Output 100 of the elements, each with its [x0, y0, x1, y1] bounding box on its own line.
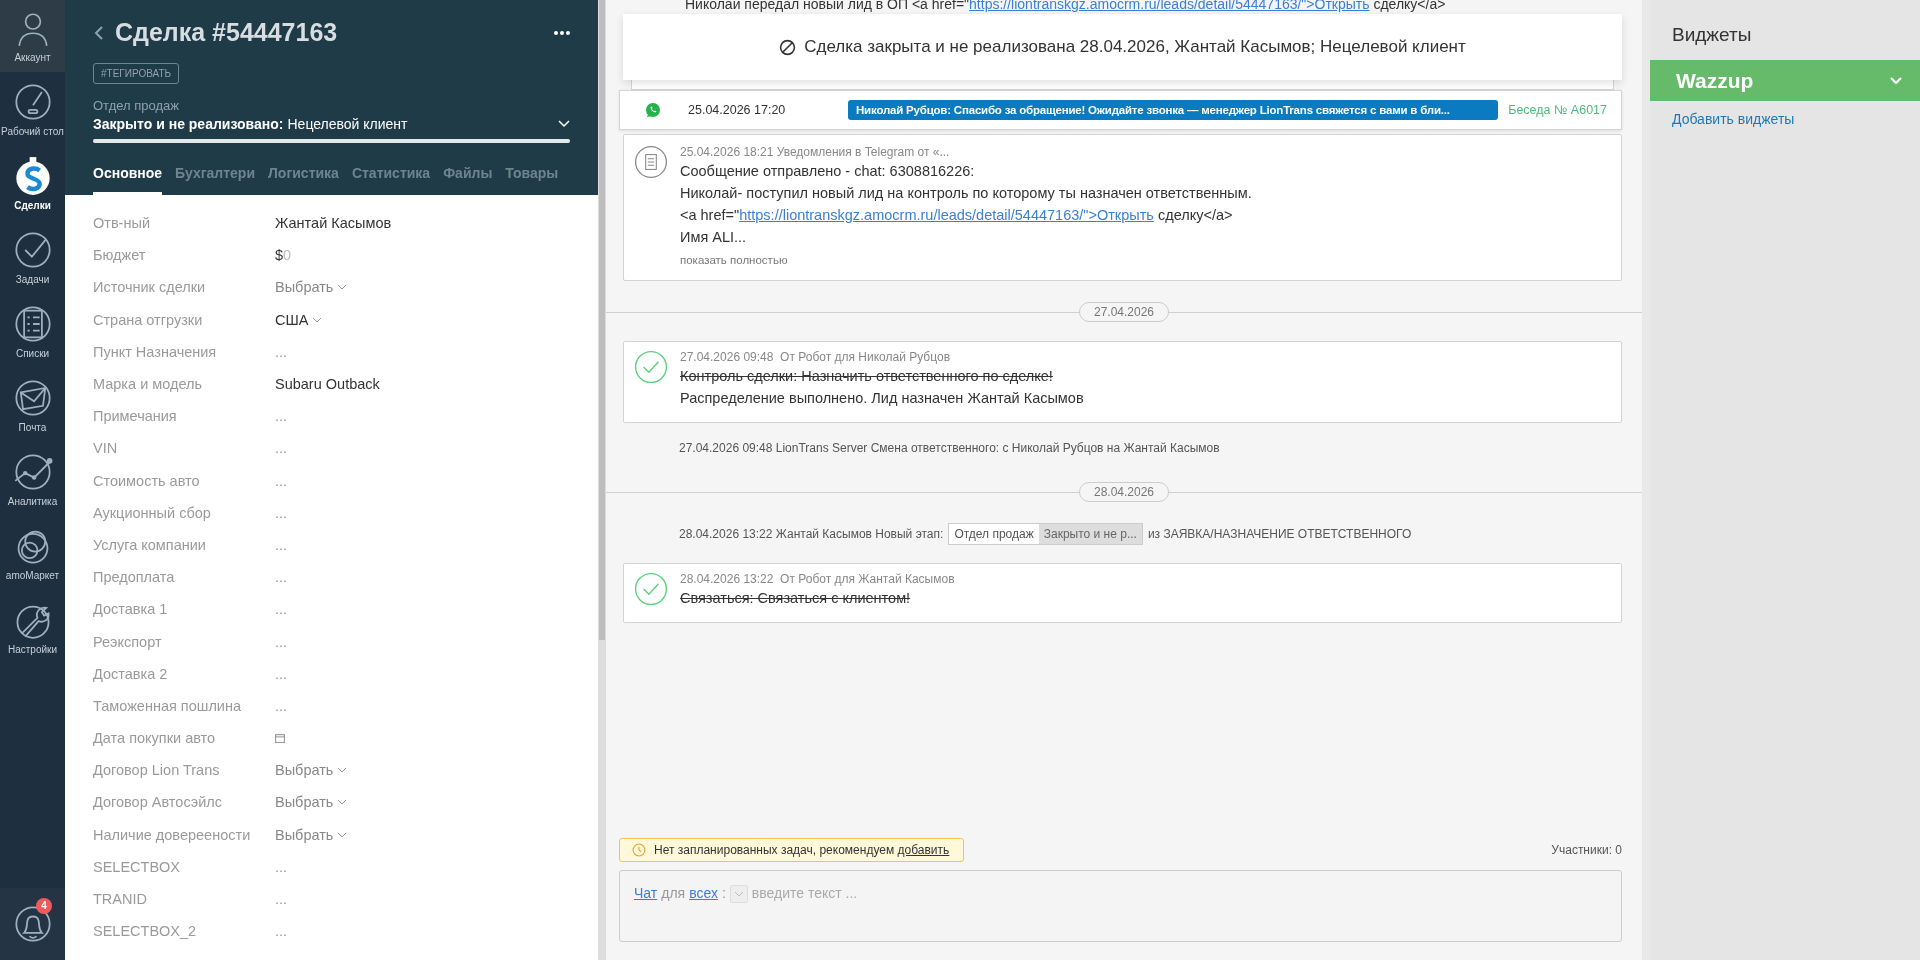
date-separator: 28.04.2026	[1078, 482, 1170, 502]
field-value[interactable]: ...	[275, 536, 288, 553]
message-composer[interactable]: Чат для всех : введите текст ...	[619, 870, 1622, 942]
conversation-link[interactable]: Беседа № A6017	[1508, 103, 1607, 117]
link[interactable]: https://liontranskgz.amocrm.ru/leads/detail/54447163/">Открыть	[739, 207, 1154, 223]
field-label: TRANID	[93, 891, 148, 908]
nav-item[interactable]: Аналитика	[0, 442, 65, 516]
field-value[interactable]: ...	[275, 858, 288, 875]
clock-icon	[632, 843, 646, 857]
field-label: Пункт Назначения	[93, 343, 218, 360]
note-header: 25.04.2026 18:21 Уведомления в Telegram от «...	[680, 145, 951, 159]
gauge-icon	[12, 82, 53, 122]
field-value[interactable]: ...	[275, 472, 288, 489]
select-dropdown[interactable]: США	[275, 311, 323, 328]
add-widgets-link[interactable]: Добавить виджеты	[1650, 101, 1920, 127]
prohibited-icon	[779, 38, 797, 56]
status-label[interactable]: Закрыто и не реализовано:	[93, 116, 284, 132]
field-value[interactable]: ...	[275, 440, 288, 457]
chevron-down-icon[interactable]	[558, 120, 570, 128]
nav-item[interactable]: Настройки	[0, 590, 65, 664]
note-text: Николай- поступил новый лид на контроль по которому ты назначен ответственным.	[680, 184, 1252, 203]
field-value[interactable]: ...	[275, 601, 288, 618]
field-label: Источник сделки	[93, 279, 207, 296]
field-label: Договор Lion Trans	[93, 762, 221, 779]
field-value[interactable]: ...	[275, 891, 288, 908]
field-label: Предоплата	[93, 569, 176, 586]
nav-item[interactable]: Аккаунт	[0, 0, 65, 72]
note-text: Имя ALI...	[680, 228, 748, 247]
task-text: Связаться: Связаться с клиентом!	[680, 589, 912, 608]
composer-label: :	[721, 885, 726, 901]
field-label: Бюджет	[93, 247, 147, 264]
show-more-link[interactable]: показать полностью	[680, 254, 1252, 266]
note-text: Сообщение отправлено - chat: 6308816226:	[680, 162, 976, 181]
panel-title: Виджеты	[1671, 23, 1753, 47]
composer-label: для	[661, 885, 686, 901]
caret-icon	[733, 891, 744, 897]
task-header: 27.04.2026 09:48 От Робот для Николай Рубцов	[680, 350, 952, 364]
nav-item[interactable]: Сделки	[0, 146, 65, 220]
field-value[interactable]: Subaru Outback	[275, 376, 380, 393]
field-value[interactable]: ...	[275, 697, 288, 714]
field-value[interactable]: ...	[275, 569, 288, 586]
field-label: Дата покупки авто	[93, 730, 217, 747]
field-value[interactable]: Жантай Касымов	[275, 215, 392, 232]
field-label: SELECTBOX_2	[93, 923, 198, 940]
whatsapp-icon	[645, 102, 661, 118]
deal-title: Сделка #54447163	[115, 18, 339, 47]
chat-row[interactable]: 25.04.2026 17:20 Николай Рубцов: Спасибо за обращение! Ожидайте звонка — менеджер LionTrans свяжется с вами в бли... Беседа № A6017	[619, 90, 1622, 130]
tab[interactable]: Файлы	[443, 153, 493, 195]
chat-mode-link[interactable]: Чат	[634, 885, 658, 901]
field-label: Таможенная пошлина	[93, 697, 243, 714]
field-value[interactable]: ...	[275, 343, 288, 360]
loss-reason[interactable]: Нецелевой клиент	[287, 116, 558, 132]
task-text: Контроль сделки: Назначить ответственного по сделке!	[680, 367, 1054, 386]
field-value[interactable]: ...	[275, 408, 288, 425]
line-chart-icon	[12, 452, 53, 492]
select-dropdown[interactable]: Выбрать	[275, 826, 348, 843]
add-task-link[interactable]: добавить	[897, 843, 950, 857]
stage-tag: Закрыто и не р...	[1038, 524, 1142, 544]
select-dropdown[interactable]: Выбрать	[275, 762, 348, 779]
tab[interactable]: Бухгалтери	[175, 153, 256, 195]
message-bubble: Николай Рубцов: Спасибо за обращение! Ожидайте звонка — менеджер LionTrans свяжется с вами в бли...	[848, 100, 1499, 120]
field-value[interactable]: ...	[275, 923, 288, 940]
notice-text: Нет запланированных задач, рекомендуем добавить	[654, 843, 950, 857]
date-separator: 27.04.2026	[1078, 302, 1170, 322]
document-icon	[634, 145, 668, 179]
field-label: Страна отгрузки	[93, 311, 204, 328]
field-label: Договор Автосэйлс	[93, 794, 223, 811]
field-label: Услуга компании	[93, 536, 207, 553]
field-label: Наличие довереености	[93, 826, 252, 843]
field-value[interactable]: ...	[275, 633, 288, 650]
nav-item[interactable]: amoМаркет	[0, 516, 65, 590]
nav-item[interactable]: Задачи	[0, 220, 65, 294]
pipeline-tag: Отдел продаж	[949, 524, 1039, 544]
tab[interactable]: Статистика	[351, 153, 431, 195]
caret-icon	[312, 316, 323, 323]
more-icon[interactable]	[554, 29, 570, 36]
tab[interactable]: Товары	[505, 153, 559, 195]
nav-item[interactable]: Почта	[0, 368, 65, 442]
nav-item[interactable]: Рабочий стол	[0, 72, 65, 146]
calendar-icon[interactable]	[275, 733, 285, 744]
field-label: Примечания	[93, 408, 178, 425]
budget-value[interactable]: $0	[275, 247, 292, 264]
select-dropdown[interactable]: Выбрать	[275, 279, 348, 296]
event-text: из ЗАЯВКА/НАЗНАЧЕНИЕ ОТВЕТСТВЕННОГО	[1147, 527, 1412, 541]
participants-count: Участники: 0	[1551, 843, 1622, 857]
tab[interactable]: Логистика	[268, 153, 339, 195]
checkmark-circle-icon[interactable]	[634, 572, 668, 606]
recipient-link[interactable]: всех	[689, 885, 718, 901]
task-result: Распределение выполнено. Лид назначен Жантай Касымов	[680, 389, 1084, 408]
select-dropdown[interactable]: Выбрать	[275, 794, 348, 811]
nav-item[interactable]: Списки	[0, 294, 65, 368]
checkmark-icon	[12, 230, 53, 270]
task-header: 28.04.2026 13:22 От Робот для Жантай Касымов	[680, 572, 955, 586]
tab[interactable]: Основное	[93, 153, 163, 195]
tag-button[interactable]: #ТЕГИРОВАТЬ	[93, 63, 180, 84]
field-value[interactable]: ...	[275, 665, 288, 682]
field-value[interactable]: ...	[275, 504, 288, 521]
checkmark-circle-icon[interactable]	[634, 350, 668, 384]
widget-header[interactable]: Wazzup	[1650, 60, 1920, 101]
back-chevron-icon[interactable]	[93, 24, 105, 41]
